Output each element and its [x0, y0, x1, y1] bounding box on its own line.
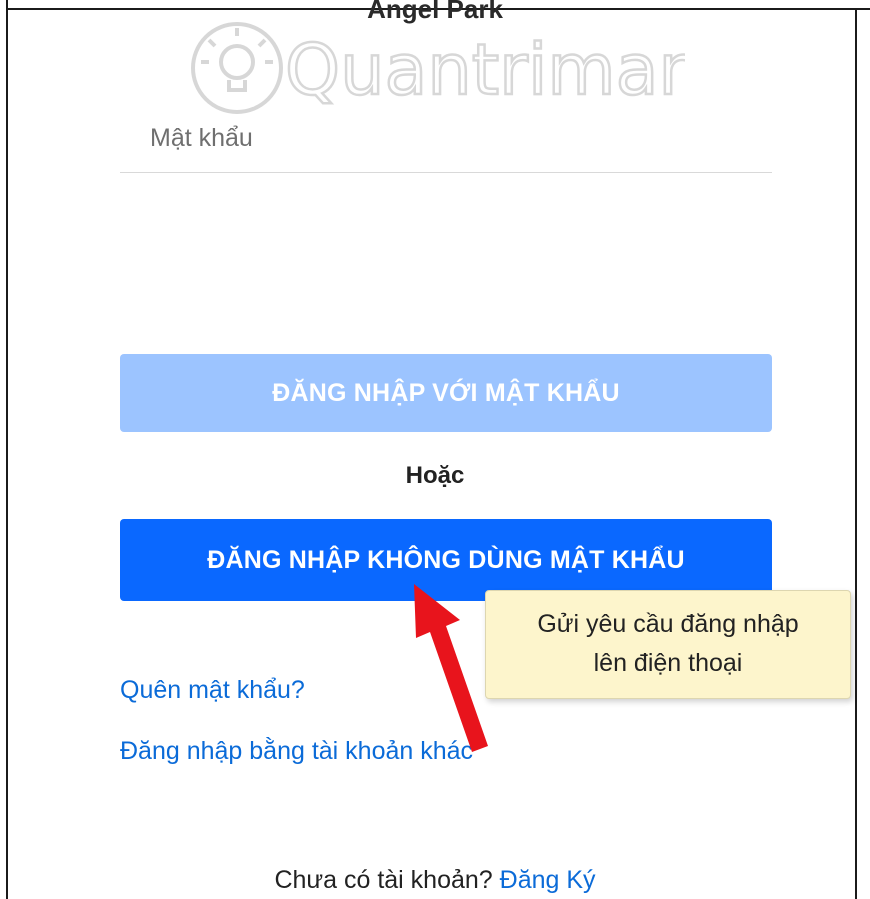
lightbulb-icon	[191, 22, 283, 114]
window-frame-left	[6, 0, 8, 899]
account-name: Angel Park	[367, 0, 503, 24]
login-with-password-button[interactable]: ĐĂNG NHẬP VỚI MẬT KHẨU	[120, 354, 772, 432]
tooltip-line-1: Gửi yêu cầu đăng nhập	[537, 610, 799, 638]
watermark-logo: Quantrimang	[191, 22, 685, 114]
window-frame-right	[855, 8, 857, 899]
password-input[interactable]	[120, 105, 772, 173]
or-separator: Hoặc	[405, 462, 465, 489]
svg-text:Quantrimang: Quantrimang	[285, 29, 685, 111]
phone-login-tooltip: Gửi yêu cầu đăng nhập lên điện thoại	[485, 590, 851, 699]
signup-row: Chưa có tài khoản? Đăng Ký	[0, 866, 870, 895]
forgot-password-link[interactable]: Quên mật khẩu?	[120, 676, 305, 705]
signup-link[interactable]: Đăng Ký	[500, 866, 596, 894]
tooltip-line-2: lên điện thoại	[593, 649, 743, 677]
red-arrow-icon	[414, 584, 488, 752]
signup-prompt: Chưa có tài khoản?	[274, 866, 493, 894]
